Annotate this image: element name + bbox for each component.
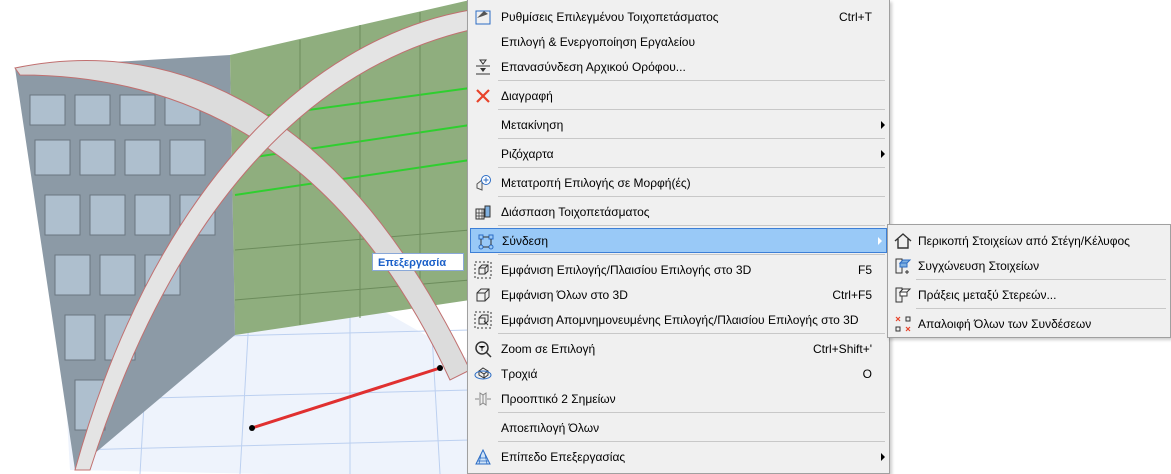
menu-item-orbit[interactable]: Τροχιά O (468, 361, 889, 386)
menu-item-editing-plane[interactable]: Επίπεδο Επεξεργασίας (468, 444, 889, 469)
menu-item-delete[interactable]: Διαγραφή (468, 83, 889, 108)
orbit-icon (474, 365, 492, 383)
edit-tag: Επεξεργασία (372, 253, 464, 271)
merge-icon (894, 257, 912, 275)
submenu-item-trim-to-roof[interactable]: Περικοπή Στοιχείων από Στέγη/Κέλυφος (888, 228, 1170, 253)
settings-icon (474, 8, 492, 26)
menu-item-relink-home-story[interactable]: Επανασύνδεση Αρχικού Ορόφου... (468, 54, 889, 79)
show-selection-3d-icon (474, 261, 492, 279)
connect-submenu: Περικοπή Στοιχείων από Στέγη/Κέλυφος Συγ… (887, 224, 1171, 338)
trim-roof-icon (894, 232, 912, 250)
two-point-perspective-icon (474, 390, 492, 408)
delete-icon (474, 87, 492, 105)
menu-item-zoom-to-selection[interactable]: Zoom σε Επιλογή Ctrl+Shift+' (468, 336, 889, 361)
menu-item-show-stored-3d[interactable]: Εμφάνιση Απομνημονευμένης Επιλογής/Πλαισ… (468, 307, 889, 332)
clear-connections-icon (894, 315, 912, 333)
submenu-item-merge-elements[interactable]: Συγχώνευση Στοιχείων (888, 253, 1170, 278)
zoom-icon (474, 340, 492, 358)
solid-operations-icon (894, 286, 912, 304)
submenu-arrow-icon (881, 149, 885, 158)
menu-item-connect[interactable]: Σύνδεση (470, 228, 887, 253)
explode-icon (474, 203, 492, 221)
menu-item-show-all-3d[interactable]: Εμφάνιση Όλων στο 3D Ctrl+F5 (468, 282, 889, 307)
story-icon (474, 58, 492, 76)
menu-item-select-activate-tool[interactable]: Επιλογή & Ενεργοποίηση Εργαλείου (468, 29, 889, 54)
menu-item-two-point-perspective[interactable]: Προοπτικό 2 Σημείων (468, 386, 889, 411)
context-menu: Ρυθμίσεις Επιλεγμένου Τοιχοπετάσματος Ct… (467, 0, 890, 474)
menu-item-trace[interactable]: Ριζόχαρτα (468, 141, 889, 166)
show-all-3d-icon (474, 286, 492, 304)
submenu-item-solid-operations[interactable]: Πράξεις μεταξύ Στερεών... (888, 282, 1170, 307)
submenu-arrow-icon (881, 452, 885, 461)
morph-icon (474, 174, 492, 192)
submenu-arrow-icon (878, 236, 882, 245)
menu-item-curtain-wall-settings[interactable]: Ρυθμίσεις Επιλεγμένου Τοιχοπετάσματος Ct… (468, 4, 889, 29)
menu-item-explode-curtain-wall[interactable]: Διάσπαση Τοιχοπετάσματος (468, 199, 889, 224)
curtain-wall-right (230, 0, 471, 335)
submenu-arrow-icon (881, 120, 885, 129)
menu-item-move[interactable]: Μετακίνηση (468, 112, 889, 137)
menu-item-deselect-all[interactable]: Αποεπιλογή Όλων (468, 415, 889, 440)
submenu-item-clear-connections[interactable]: Απαλοιφή Όλων των Συνδέσεων (888, 311, 1170, 336)
editing-plane-icon (474, 448, 492, 466)
menu-item-convert-to-morph[interactable]: Μετατροπή Επιλογής σε Μορφή(ές) (468, 170, 889, 195)
menu-item-show-selection-3d[interactable]: Εμφάνιση Επιλογής/Πλαισίου Επιλογής στο … (468, 257, 889, 282)
show-stored-3d-icon (474, 311, 492, 329)
connect-icon (477, 233, 495, 251)
